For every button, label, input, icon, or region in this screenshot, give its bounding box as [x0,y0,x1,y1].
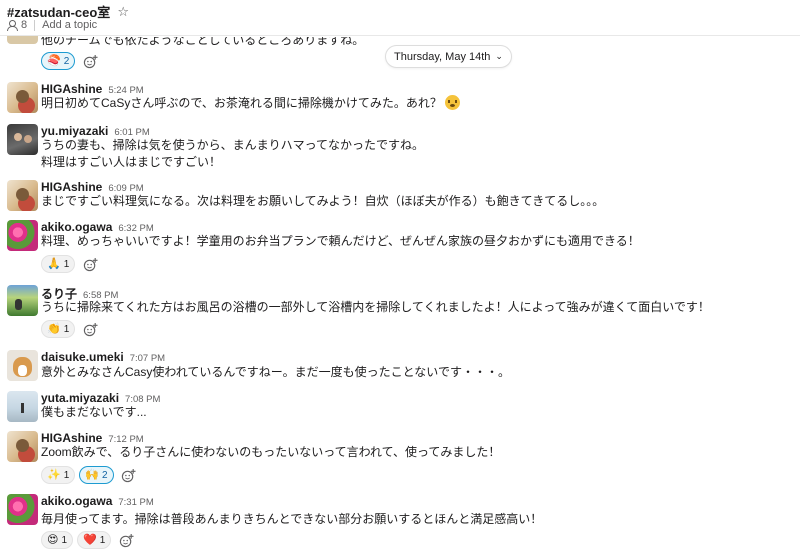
reactions-bar: 😍 1 ❤️ 1 [41,531,137,549]
sparkles-emoji-icon: ✨ [47,468,61,481]
sushi-emoji-icon: 🍣 [47,54,61,67]
pray-emoji-icon: 🙏 [47,257,61,270]
channel-header: #zatsudan-ceo室 ☆ 8 Add a topic [0,0,800,36]
reaction-sushi[interactable]: 🍣 2 [41,52,76,70]
sender-name[interactable]: yuta.miyazaki [41,391,119,405]
avatar[interactable] [7,350,38,381]
reaction-count: 2 [63,55,70,67]
avatar[interactable] [7,494,38,525]
add-topic-link[interactable]: Add a topic [42,19,97,31]
reactions-bar: 🙏 1 [41,255,101,273]
message-text: 明日初めてCaSyさん呼ぶので、お茶淹れる間に掃除機かけてみた。あれ？ [41,95,460,112]
message-text: 料理はすごい人はまじですごい！ [41,155,222,169]
heart-eyes-emoji-icon: 😍 [47,533,59,546]
avatar[interactable] [7,124,38,155]
heart-emoji-icon: ❤️ [83,533,97,546]
avatar[interactable] [7,82,38,113]
date-label: Thursday, May 14th [394,50,491,63]
reaction-raised-hands[interactable]: 🙌 2 [79,466,114,484]
reaction-sparkles[interactable]: ✨ 1 [41,466,76,484]
reaction-count: 2 [101,469,108,481]
reaction-heart-eyes[interactable]: 😍 1 [41,531,74,549]
avatar[interactable] [7,220,38,251]
star-icon[interactable]: ☆ [117,4,129,20]
message-text: うちに掃除来てくれた方はお風呂の浴槽の一部外して浴槽内を掃除してくれましたよ！人… [41,300,710,314]
reactions-bar: 👏 1 [41,320,101,338]
channel-subline: 8 Add a topic [7,19,97,31]
reaction-count: 1 [63,258,70,270]
reactions-bar: ✨ 1 🙌 2 [41,466,140,484]
sender-name[interactable]: akiko.ogawa [41,220,112,234]
add-reaction-icon [119,533,134,547]
members-icon[interactable] [7,19,18,31]
add-reaction-button[interactable] [118,466,140,484]
member-count[interactable]: 8 [21,19,27,31]
message-text: 毎月使ってます。掃除は普段あんまりきちんとできない部分お願いするとほんと満足感高… [41,512,543,526]
sender-name[interactable]: akiko.ogawa [41,494,112,508]
avatar[interactable] [7,431,38,462]
message-text: 意外とみなさんCasy使われているんですねー。まだ一度も使ったことないです・・・… [41,365,510,379]
reaction-count: 1 [61,534,68,546]
timestamp[interactable]: 7:31 PM [118,497,153,508]
add-reaction-icon [83,322,98,336]
add-reaction-button[interactable] [115,531,137,549]
add-reaction-button[interactable] [79,320,101,338]
divider [34,19,36,31]
avatar[interactable] [7,285,38,316]
add-reaction-icon [83,257,98,271]
clap-emoji-icon: 👏 [47,322,61,335]
sender-name[interactable]: HIGAshine [41,180,102,194]
message-text: うちの妻も、掃除は気を使うから、まんまりハマってなかったですね。 [41,138,425,152]
reactions-bar: 🍣 2 [41,52,101,70]
reaction-count: 1 [63,469,70,481]
avatar[interactable] [7,180,38,211]
reaction-count: 1 [99,534,106,546]
reaction-count: 1 [63,323,70,335]
add-reaction-button[interactable] [79,52,101,70]
message-text: Zoom飲みで、るり子さんに使わないのもったいないって言われて、使ってみました！ [41,445,501,459]
message-text: 料理、めっちゃいいですよ！学童用のお弁当プランで頼んだけど、ぜんぜん家族の昼夕お… [41,234,640,248]
reaction-clap[interactable]: 👏 1 [41,320,76,338]
message-text: 僕もまだないです... [41,405,147,419]
add-reaction-icon [83,54,98,68]
date-divider[interactable]: Thursday, May 14th ⌄ [385,45,512,68]
flushed-face-icon [444,95,460,110]
sender-name[interactable]: HIGAshine [41,431,102,445]
avatar[interactable] [7,391,38,422]
reaction-heart[interactable]: ❤️ 1 [77,531,112,549]
sender-name[interactable]: daisuke.umeki [41,350,124,364]
add-reaction-icon [121,468,136,482]
sender-name[interactable]: HIGAshine [41,82,102,96]
timestamp[interactable]: 7:07 PM [130,353,165,364]
sender-name[interactable]: yu.miyazaki [41,124,108,138]
add-reaction-button[interactable] [79,255,101,273]
reaction-pray[interactable]: 🙏 1 [41,255,76,273]
chevron-down-icon: ⌄ [495,51,503,61]
raised-hands-emoji-icon: 🙌 [85,468,99,481]
message-text: まじですごい料理気になる。次は料理をお願いしてみよう！自炊（ほぼ夫が作る）も飽き… [41,194,605,208]
